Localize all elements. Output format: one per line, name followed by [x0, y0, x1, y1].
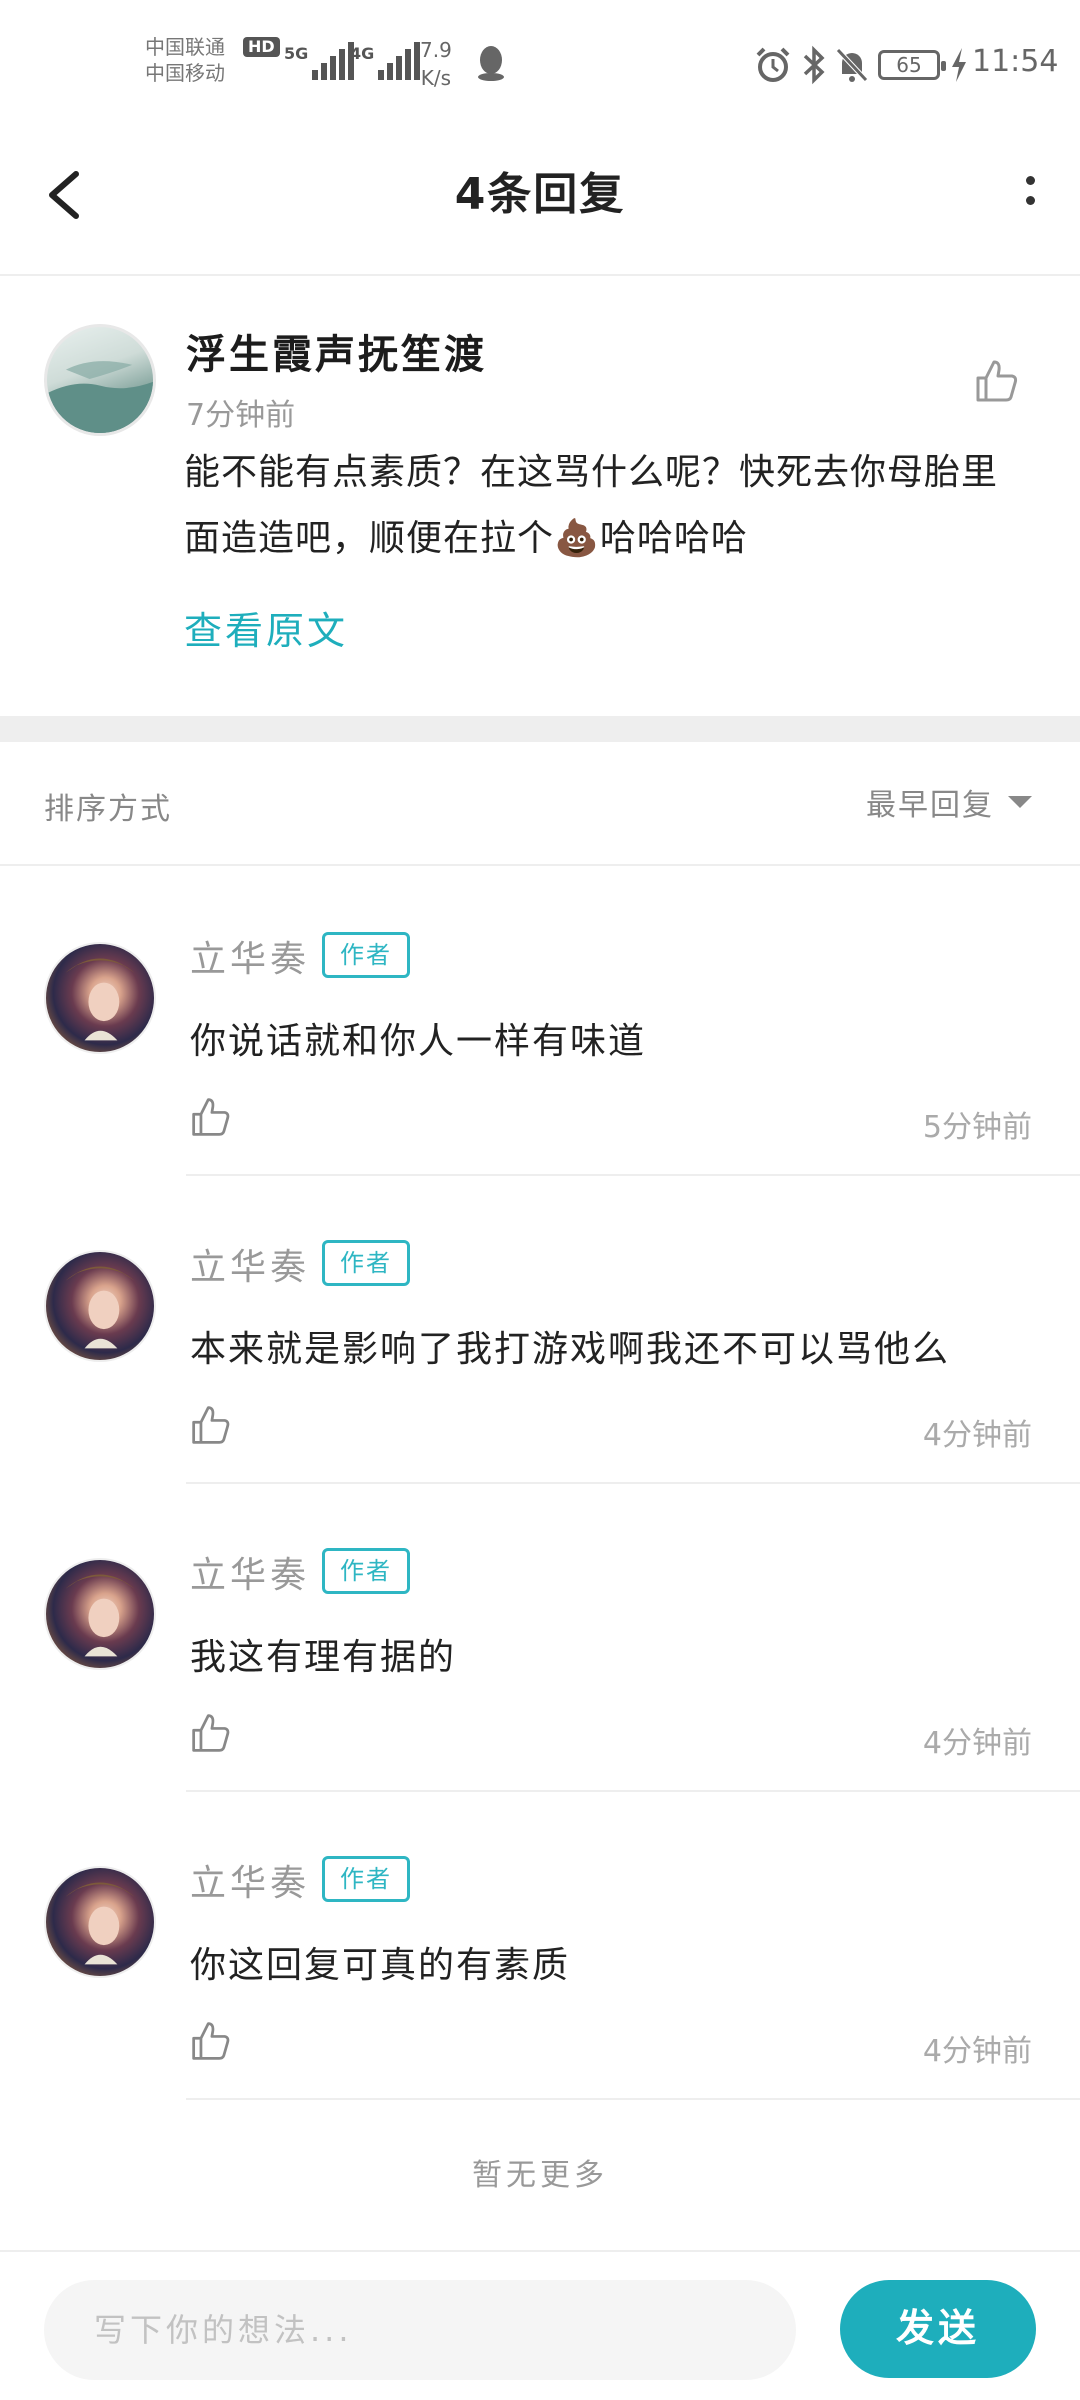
- list-item: 立华奏 作者 我这有理有据的 4分钟前: [0, 1484, 1080, 1792]
- list-item: 立华奏 作者 你这回复可真的有素质 4分钟前: [0, 1792, 1080, 2100]
- carrier-2: 中国移动: [145, 61, 225, 85]
- avatar[interactable]: [44, 1866, 156, 1978]
- comment-author[interactable]: 浮生霞声抚笙渡: [186, 322, 487, 380]
- avatar[interactable]: [44, 942, 156, 1054]
- reply-author[interactable]: 立华奏: [190, 1854, 310, 1906]
- comment-content: 能不能有点素质？在这骂什么呢？快死去你母胎里面造造吧，顺便在拉个💩哈哈哈哈: [184, 452, 999, 559]
- top-navigation-bar: 4条回复: [0, 130, 1080, 276]
- reply-text: 你说话就和你人一样有味道: [190, 1021, 647, 1062]
- avatar[interactable]: [44, 1558, 156, 1670]
- list-item: 立华奏 作者 本来就是影响了我打游戏啊我还不可以骂他么 4分钟前: [0, 1176, 1080, 1484]
- thumbs-up-icon[interactable]: [190, 1404, 232, 1446]
- thumbs-up-icon[interactable]: [190, 2020, 232, 2062]
- qq-penguin-icon: [478, 46, 504, 81]
- reply-author[interactable]: 立华奏: [190, 1238, 310, 1290]
- carrier-info: 中国联通 中国移动: [145, 34, 225, 86]
- alarm-icon: [756, 47, 790, 82]
- silent-bell-icon: [836, 48, 868, 82]
- no-more-label: 暂无更多: [472, 2158, 608, 2193]
- author-badge: 作者: [322, 1240, 410, 1286]
- author-badge: 作者: [322, 1856, 410, 1902]
- reply-text: 本来就是影响了我打游戏啊我还不可以骂他么: [190, 1329, 951, 1370]
- send-button[interactable]: 发送: [840, 2280, 1036, 2378]
- reply-author[interactable]: 立华奏: [190, 930, 310, 982]
- bluetooth-icon: [803, 45, 825, 85]
- reply-author[interactable]: 立华奏: [190, 1546, 310, 1598]
- view-original-link[interactable]: 查看原文: [184, 600, 348, 655]
- battery-indicator: 65: [878, 50, 946, 80]
- more-options-icon[interactable]: [1010, 164, 1050, 224]
- thumbs-up-icon[interactable]: [974, 358, 1020, 404]
- sort-selected-value: 最早回复: [866, 788, 994, 823]
- sort-dropdown[interactable]: 最早回复: [866, 782, 1032, 823]
- reply-input-bar: 发送: [0, 2250, 1080, 2400]
- author-badge: 作者: [322, 1548, 410, 1594]
- reply-input[interactable]: [44, 2280, 796, 2380]
- author-badge: 作者: [322, 932, 410, 978]
- avatar[interactable]: [44, 324, 156, 436]
- reply-time: 4分钟前: [922, 1726, 1032, 1761]
- reply-time: 5分钟前: [922, 1110, 1032, 1145]
- section-divider: [0, 716, 1080, 742]
- sort-label: 排序方式: [44, 792, 172, 827]
- comment-time: 7分钟前: [186, 398, 296, 433]
- charging-icon: [952, 48, 966, 82]
- carrier-1: 中国联通: [145, 35, 225, 59]
- thumbs-up-icon[interactable]: [190, 1712, 232, 1754]
- status-bar: 中国联通 中国移动 HD 5G 4G 7.9 K/s 65 11:54: [145, 34, 1059, 90]
- hd-badge: HD: [243, 37, 280, 57]
- original-comment: 浮生霞声抚笙渡 7分钟前 能不能有点素质？在这骂什么呢？快死去你母胎里面造造吧，…: [0, 278, 1080, 716]
- list-item: 立华奏 作者 你说话就和你人一样有味道 5分钟前: [0, 868, 1080, 1176]
- caret-down-icon: [1008, 796, 1032, 808]
- reply-text: 我这有理有据的: [190, 1637, 457, 1678]
- reply-time: 4分钟前: [922, 2034, 1032, 2069]
- network-speed: 7.9 K/s: [420, 38, 452, 90]
- reply-time: 4分钟前: [922, 1418, 1032, 1453]
- sort-bar: 排序方式 最早回复: [0, 742, 1080, 866]
- reply-text: 你这回复可真的有素质: [190, 1945, 571, 1986]
- page-title: 4条回复: [454, 169, 626, 220]
- thumbs-up-icon[interactable]: [190, 1096, 232, 1138]
- avatar[interactable]: [44, 1250, 156, 1362]
- divider: [186, 2098, 1080, 2100]
- clock: 11:54: [972, 44, 1059, 79]
